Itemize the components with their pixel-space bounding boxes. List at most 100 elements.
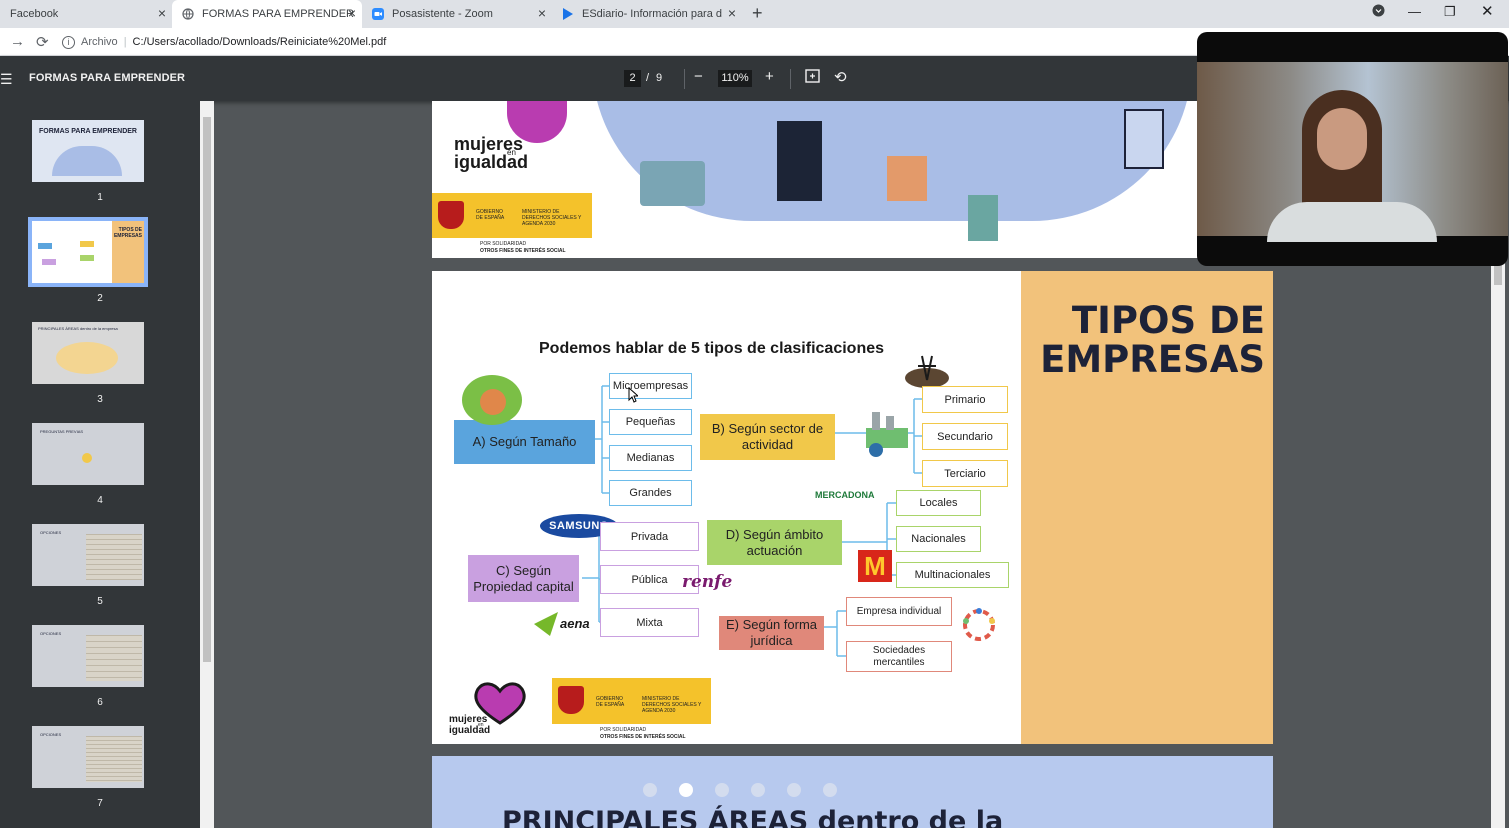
slide-title-line1: TIPOS DE [1071,299,1265,342]
sector-option-tertiary: Terciario [922,460,1008,487]
forward-icon[interactable]: → [10,33,25,50]
info-icon[interactable]: i [62,35,75,49]
document-title: FORMAS PARA EMPRENDER [29,72,186,84]
restore-button[interactable]: ❐ [1444,4,1456,20]
thumbnail-page-2[interactable]: TIPOS DE EMPRESAS [28,217,148,287]
url-text[interactable]: C:/Users/acollado/Downloads/Reiniciate%2… [133,36,387,48]
tab-facebook[interactable]: Facebook × [0,0,172,28]
tape-measure-core [480,389,506,415]
participant-shoulders [1267,202,1437,242]
close-icon[interactable]: × [348,6,356,20]
category-size: A) Según Tamaño [454,420,595,464]
reload-icon[interactable]: ⟳ [36,33,49,51]
scrollbar-thumb[interactable] [203,117,211,662]
close-window-button[interactable]: ✕ [1481,2,1494,20]
footnote-line1: POR SOLIDARIDAD [480,241,527,247]
page-total: 9 [656,72,663,84]
scope-option-local: Locales [896,490,981,516]
thumbnail-art [38,243,52,249]
scope-option-national: Nacionales [896,526,981,552]
mcdonalds-logo: M [858,550,892,582]
people-circle-icon [958,607,1000,648]
gov-name: GOBIERNO DE ESPAÑA [476,209,505,221]
tab-label: Posasistente - Zoom [392,8,493,20]
thumbnail-art [86,635,142,681]
mouse-cursor-icon [628,386,640,408]
thumbnail-art [56,342,118,374]
tab-formas-para-emprender[interactable]: FORMAS PARA EMPRENDER × [172,0,362,28]
thumbnail-sidebar: FORMAS PARA EMPRENDER 1 TIPOS DE EMPRESA… [0,101,200,828]
participant-face [1317,108,1367,170]
profile-icon[interactable] [1372,4,1385,20]
page-number-input[interactable]: 2 [624,70,641,87]
minimize-button[interactable]: — [1408,4,1421,19]
tab-esdiario[interactable]: ESdiario- Información para decidir × [552,0,742,28]
gift-box-illustration [968,195,998,241]
gov-name: GOBIERNO DE ESPAÑA [596,696,625,708]
tape-measure-icon [462,375,522,425]
size-option-medium: Medianas [609,445,692,471]
thumbnail-number: 2 [97,293,103,304]
coat-of-arms-icon [558,686,584,714]
new-tab-button[interactable]: + [752,4,763,22]
thumbnail-page-4[interactable]: PREGUNTAS PREVIAS [32,423,144,485]
tab-strip: Facebook × FORMAS PARA EMPRENDER × Posas… [0,0,1509,28]
zoom-icon [372,8,384,20]
pdf-page-2: Podemos hablar de 5 tipos de clasificaci… [432,271,1273,744]
legal-option-individual: Empresa individual [846,597,952,626]
sidebar-scrollbar[interactable] [200,101,214,828]
thumbnail-number: 4 [97,495,103,506]
tab-label: FORMAS PARA EMPRENDER [202,8,354,20]
renfe-logo: renfe [682,572,733,592]
zoom-in-button[interactable]: + [765,68,774,85]
footnote-line2: OTROS FINES DE INTERÉS SOCIAL [600,734,686,740]
close-icon[interactable]: × [728,6,736,20]
zoom-out-button[interactable]: − [694,68,703,85]
page-separator: / [646,72,650,84]
zoom-input[interactable]: 110% [718,70,752,87]
rotate-icon[interactable]: ⟲ [834,68,847,86]
briefcase-illustration [640,161,705,206]
thumbnail-page-7[interactable]: OPCIONES [32,726,144,788]
slide-title-line2: EMPRESAS [1040,338,1265,381]
scope-option-multinational: Multinacionales [896,562,1009,588]
thumbnail-art [82,453,92,463]
oil-pump-icon [904,348,950,390]
thumbnail-number: 5 [97,596,103,607]
thumbnail-page-5[interactable]: OPCIONES [32,524,144,586]
capital-option-mixed: Mixta [600,608,699,637]
pdf-page-3: PRINCIPALES ÁREAS dentro de la [432,756,1273,828]
aena-logo-text: aena [560,616,590,631]
thumbnail-page-6[interactable]: OPCIONES [32,625,144,687]
capital-option-private: Privada [600,522,699,551]
thumbnail-page-3[interactable]: PRINCIPALES ÁREAS dentro de la empresa [32,322,144,384]
tab-zoom[interactable]: Posasistente - Zoom × [362,0,552,28]
close-icon[interactable]: × [158,6,166,20]
thumbnail-page-1[interactable]: FORMAS PARA EMPRENDER [32,120,144,182]
close-icon[interactable]: × [538,6,546,20]
size-option-micro: Microempresas [609,373,692,399]
category-scope: D) Según ámbito actuación [707,520,842,565]
thumbnail-number: 3 [97,394,103,405]
thumbnail-art [80,241,94,247]
person-illustration [777,121,822,201]
sector-option-primary: Primario [922,386,1008,413]
legal-option-companies: Sociedades mercantiles [846,641,952,672]
omnibox[interactable]: i Archivo | C:/Users/acollado/Downloads/… [62,31,1202,53]
menu-icon[interactable]: ☰ [0,71,13,88]
thumbnail-art [86,534,142,580]
tab-label: Facebook [10,8,59,20]
brand-igualdad: igualdad [449,725,491,736]
size-option-large: Grandes [609,480,692,506]
fit-page-icon[interactable] [805,69,820,87]
video-call-overlay[interactable] [1197,32,1508,266]
divider: | [123,36,127,48]
globe-icon [182,8,194,20]
divider [684,69,685,89]
brand-igualdad: igualdad [454,152,529,172]
participant-video [1197,62,1508,242]
thumbnail-caption: PRINCIPALES ÁREAS dentro de la empresa [38,326,118,331]
category-sector: B) Según sector de actividad [700,414,835,460]
url-scheme: Archivo [81,36,118,48]
mercadona-logo: MERCADONA [815,490,875,500]
